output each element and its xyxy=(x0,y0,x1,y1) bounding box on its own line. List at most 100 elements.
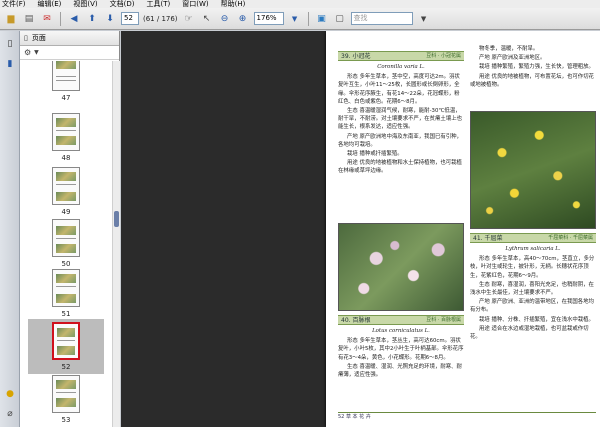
select-tool-icon[interactable]: ↖ xyxy=(200,12,214,26)
entry-tag: 千屈菜科 · 千屈菜属 xyxy=(548,235,593,241)
email-icon[interactable]: ✉ xyxy=(40,12,54,26)
thumbnail-page-48[interactable]: 48 xyxy=(28,113,104,162)
zoom-input[interactable]: 176% xyxy=(253,12,284,25)
paragraph: 栽培 播种、分株、扦插繁殖，宜在浅水中栽植。 xyxy=(479,316,594,323)
entry-tag: 豆科 · 小冠花属 xyxy=(426,53,461,59)
paragraph: 栽培 播种繁殖，繁殖力强，生长快，管理粗放。 xyxy=(479,64,594,71)
hand-tool-icon[interactable]: ☞ xyxy=(182,12,196,26)
previous-page-icon[interactable]: ◀ xyxy=(67,12,81,26)
paragraph: 形态 多年生草本，茎中空，高度可达2m。羽状复叶互生，小叶11～25枚，长圆形或… xyxy=(338,74,460,105)
comments-panel-icon[interactable]: ● xyxy=(3,387,17,401)
menu-document[interactable]: 文档(D) xyxy=(110,0,135,8)
pages-panel-header: ▯ 页面 xyxy=(20,31,119,46)
zoom-dropdown-icon[interactable]: ▼ xyxy=(288,12,302,26)
paragraph: 产地 原产欧洲地中海及东南亚，我国已有引种，各地均可栽培。 xyxy=(338,133,462,148)
pages-panel-tools: ⚙ ▼ xyxy=(20,46,119,60)
page-count-label: (61 / 176) xyxy=(143,14,178,23)
document-page: 39. 小冠花 豆科 · 小冠花属 Coronilla varia L. 形态 … xyxy=(326,31,600,427)
zoom-in-icon[interactable]: ⊕ xyxy=(236,12,250,26)
thumbnail-image xyxy=(52,375,80,413)
menu-file[interactable]: 文件(F) xyxy=(2,0,26,8)
menu-tools[interactable]: 工具(T) xyxy=(147,0,171,8)
entry-header: 39. 小冠花 豆科 · 小冠花属 xyxy=(338,51,464,61)
pages-panel-title: 页面 xyxy=(31,34,46,42)
menu-help[interactable]: 帮助(H) xyxy=(221,0,246,8)
entry-41: 41. 千屈菜 千屈菜科 · 千屈菜属 Lythrum salicaria L.… xyxy=(470,233,596,342)
paragraph: 物冬季，温暖，不耐旱。 xyxy=(479,46,539,52)
fit-page-icon[interactable]: ▢ xyxy=(333,12,347,26)
thumbnail-page-47[interactable]: 47 xyxy=(28,61,104,102)
thumbnail-list: 47 48 49 50 51 52 53 xyxy=(20,61,112,427)
thumbnail-image xyxy=(52,113,80,151)
entry-tag: 豆科 · 百脉根属 xyxy=(426,317,461,323)
page-footer: 52 草 本 花 卉 xyxy=(338,412,596,421)
options-dropdown-icon[interactable]: ▼ xyxy=(34,49,39,56)
toolbar-divider xyxy=(307,11,309,26)
thumbnail-scrollbar[interactable] xyxy=(112,61,120,427)
thumbnail-page-52[interactable]: 52 xyxy=(28,319,104,374)
paragraph: 产地 原产欧洲及亚洲地区。 xyxy=(479,55,546,62)
thumbnail-page-53[interactable]: 53 xyxy=(28,375,104,424)
entry-title: 40. 百脉根 xyxy=(341,317,371,324)
entry-40: 40. 百脉根 豆科 · 百脉根属 Lotus corniculatus L. … xyxy=(338,315,464,380)
thumbnail-page-50[interactable]: 50 xyxy=(28,219,104,268)
search-input[interactable]: 查找 xyxy=(350,12,413,25)
scroll-down-icon[interactable]: ⬇ xyxy=(103,12,117,26)
menu-bar: 文件(F) 编辑(E) 视图(V) 文档(D) 工具(T) 窗口(W) 帮助(H… xyxy=(0,0,600,8)
thumbnail-image xyxy=(52,167,80,205)
menu-window[interactable]: 窗口(W) xyxy=(182,0,208,8)
latin-name: Lythrum salicaria L. xyxy=(505,246,561,252)
entry-title: 41. 千屈菜 xyxy=(473,235,503,242)
thumbnail-label: 52 xyxy=(61,363,71,371)
thumbnail-image xyxy=(52,219,80,257)
thumbnail-page-49[interactable]: 49 xyxy=(28,167,104,216)
toolbar: ▆ ▤ ✉ ◀ ⬆ ⬇ 52 (61 / 176) ☞ ↖ ⊖ ⊕ 176% ▼… xyxy=(0,8,600,30)
pages-panel-icon-small: ▯ xyxy=(24,34,28,42)
menu-view[interactable]: 视图(V) xyxy=(73,0,97,8)
bookmarks-panel-icon[interactable]: ▮ xyxy=(3,57,17,71)
scroll-up-icon[interactable]: ⬆ xyxy=(85,12,99,26)
open-folder-icon[interactable]: ▆ xyxy=(4,12,18,26)
paragraph: 用途 优良的地被植物和水土保持植物，也可栽植在林缘或草坪边缘。 xyxy=(338,160,462,175)
page-number-input[interactable]: 52 xyxy=(121,12,139,25)
search-dropdown-icon[interactable]: ▼ xyxy=(417,12,431,26)
thumbnail-image xyxy=(52,61,80,91)
toolbar-divider xyxy=(60,11,61,26)
paragraph: 用途 适合在水边或湿地栽植，也可盆栽或作切花。 xyxy=(470,325,589,341)
pages-panel: ▯ 页面 ⚙ ▼ 47 48 49 50 51 52 53 xyxy=(20,31,120,427)
thumbnail-label: 50 xyxy=(61,260,71,268)
document-viewer: 39. 小冠花 豆科 · 小冠花属 Coronilla varia L. 形态 … xyxy=(121,31,600,427)
entry-header: 41. 千屈菜 千屈菜科 · 千屈菜属 xyxy=(470,233,596,243)
options-icon[interactable]: ⚙ xyxy=(24,48,31,57)
thumbnail-image xyxy=(52,322,80,360)
save-copy-icon[interactable]: ▣ xyxy=(315,12,329,26)
thumbnail-image xyxy=(52,269,80,307)
attachments-panel-icon[interactable]: ⌀ xyxy=(3,407,17,421)
paragraph: 用途 优良的地被植物，可布置花坛，也可作切花或地被植物。 xyxy=(470,73,594,88)
navigation-icon-strip: ▯ ▮ ● ⌀ xyxy=(0,31,20,427)
paragraph: 栽培 播种或扦插繁殖。 xyxy=(347,151,403,158)
paragraph: 形态 多年生草本，高40～70cm，茎直立，多分枝，叶对生或轮生，披针形，无柄。… xyxy=(470,256,595,279)
latin-name: Coronilla varia L. xyxy=(377,64,425,70)
thumbnail-label: 53 xyxy=(61,416,71,424)
paragraph: 生态 喜温暖、湿润、光照充足的环境，耐寒、耐瘠薄，适应性强。 xyxy=(338,363,462,379)
entry-title: 39. 小冠花 xyxy=(341,53,371,60)
paragraph: 生态 耐寒，喜湿润，喜阳光充足，也稍耐阴，在浅水中生长最佳，对土壤要求不严。 xyxy=(470,281,594,297)
thumbnail-page-51[interactable]: 51 xyxy=(28,269,104,318)
thumbnail-label: 51 xyxy=(61,310,71,318)
pages-panel-icon[interactable]: ▯ xyxy=(3,37,17,51)
entry-header: 40. 百脉根 豆科 · 百脉根属 xyxy=(338,315,464,325)
print-icon[interactable]: ▤ xyxy=(22,12,36,26)
zoom-out-icon[interactable]: ⊖ xyxy=(218,12,232,26)
photo-lotus-corniculatus xyxy=(338,223,464,311)
thumbnail-label: 47 xyxy=(61,94,71,102)
thumbnail-label: 48 xyxy=(61,154,71,162)
paragraph: 形态 多年生草本，茎丛生，高可达60cm。羽状复叶，小叶5枚，其中2小叶生于叶柄… xyxy=(338,338,464,361)
thumbnail-label: 49 xyxy=(61,208,71,216)
thumbnail-scrollbar-thumb[interactable] xyxy=(114,211,119,227)
entry-continuation: 物冬季，温暖，不耐旱。 产地 原产欧洲及亚洲地区。 栽培 播种繁殖，繁殖力强，生… xyxy=(470,45,596,90)
menu-edit[interactable]: 编辑(E) xyxy=(38,0,62,8)
photo-coronilla-varia xyxy=(470,111,596,229)
latin-name: Lotus corniculatus L. xyxy=(372,328,430,334)
paragraph: 生态 喜温暖湿润气候，耐寒，能耐-30℃低温，耐干旱，不耐涝。对土壤要求不严，在… xyxy=(338,108,462,131)
